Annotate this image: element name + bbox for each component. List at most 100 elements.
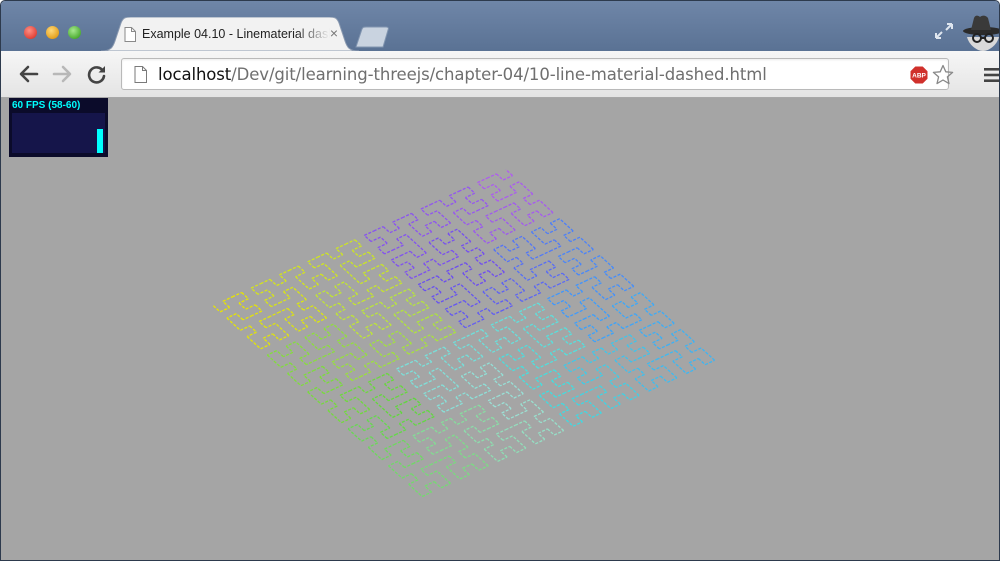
curve-segment — [405, 299, 414, 307]
curve-segment — [427, 409, 435, 417]
curve-segment — [382, 226, 391, 234]
curve-segment — [567, 247, 578, 253]
curve-segment — [447, 228, 458, 235]
curve-segment — [634, 373, 645, 380]
curve-segment — [287, 307, 295, 315]
curve-segment — [487, 395, 498, 402]
curve-segment — [412, 435, 420, 443]
curve-segment — [590, 259, 598, 267]
adblock-icon[interactable]: ABP — [910, 66, 928, 84]
curve-segment — [412, 300, 423, 307]
curve-segment — [465, 192, 476, 199]
curve-segment — [363, 234, 372, 242]
curve-segment — [493, 374, 504, 381]
hamburger-menu-icon[interactable] — [983, 67, 999, 83]
curve-segment — [490, 259, 499, 267]
curve-segment — [266, 289, 275, 297]
curve-segment — [331, 357, 342, 363]
curve-segment — [505, 229, 516, 236]
curve-segment — [506, 256, 517, 263]
curve-segment — [493, 379, 501, 387]
curve-segment — [267, 350, 277, 356]
curve-segment — [520, 273, 528, 281]
forward-arrow-icon[interactable] — [51, 64, 73, 84]
curve-segment — [344, 373, 353, 381]
curve-segment — [368, 312, 379, 318]
curve-segment — [571, 394, 582, 400]
curve-segment — [334, 285, 342, 293]
curve-segment — [428, 372, 437, 380]
curve-segment — [497, 196, 508, 202]
curve-segment — [471, 394, 482, 400]
curve-segment — [287, 368, 298, 374]
curve-segment — [565, 289, 574, 297]
curve-segment — [524, 420, 532, 428]
close-window-icon[interactable] — [24, 26, 37, 39]
curve-segment — [295, 276, 303, 284]
curve-segment — [405, 234, 414, 242]
curve-segment — [450, 283, 461, 289]
curve-segment — [462, 333, 473, 339]
curve-segment — [346, 270, 354, 279]
curve-segment — [607, 288, 616, 296]
curve-segment — [424, 415, 435, 422]
curve-segment — [339, 394, 348, 403]
curve-segment — [440, 222, 451, 229]
curve-segment — [615, 322, 624, 330]
curve-segment — [648, 386, 659, 392]
curve-segment — [415, 359, 423, 367]
curve-segment — [392, 412, 403, 418]
curve-segment — [477, 177, 488, 184]
curve-segment — [347, 298, 356, 306]
new-tab-button[interactable] — [353, 26, 393, 48]
curve-segment — [531, 292, 542, 298]
bookmark-star-icon[interactable] — [932, 64, 954, 86]
curve-segment — [463, 425, 474, 432]
dashed-line-hilbert-curve[interactable] — [9, 98, 1000, 561]
curve-segment — [536, 340, 544, 348]
address-bar[interactable]: localhost/Dev/git/learning-threejs/chapt… — [121, 58, 954, 90]
url-text[interactable]: localhost/Dev/git/learning-threejs/chapt… — [158, 65, 767, 85]
curve-segment — [610, 403, 621, 410]
curve-segment — [423, 258, 434, 265]
fullscreen-icon[interactable] — [933, 21, 955, 41]
reload-icon[interactable] — [86, 64, 108, 84]
tab-close-icon[interactable]: × — [327, 25, 341, 41]
curve-segment — [525, 248, 536, 254]
curve-segment — [452, 337, 463, 344]
curve-segment — [419, 306, 430, 313]
maximize-window-icon[interactable] — [68, 26, 81, 39]
curve-segment — [595, 368, 604, 376]
curve-segment — [238, 302, 247, 310]
curve-segment — [380, 301, 388, 309]
webgl-canvas[interactable]: 60 FPS (58-60) — [9, 98, 1000, 561]
minimize-window-icon[interactable] — [46, 26, 59, 39]
curve-segment — [618, 311, 627, 319]
curve-segment — [529, 199, 540, 206]
curve-segment — [521, 296, 532, 302]
curve-segment — [522, 328, 531, 336]
curve-segment — [351, 314, 360, 323]
curve-segment — [535, 438, 546, 445]
curve-segment — [578, 270, 589, 276]
fps-stats-panel[interactable]: 60 FPS (58-60) — [9, 98, 108, 157]
curve-segment — [595, 364, 606, 370]
curve-segment — [378, 274, 387, 282]
curve-segment — [468, 343, 477, 352]
curve-segment — [327, 409, 336, 417]
curve-segment — [361, 371, 372, 377]
curve-segment — [607, 349, 618, 355]
curve-segment — [651, 375, 661, 382]
curve-segment — [424, 350, 435, 357]
back-arrow-icon[interactable] — [18, 64, 40, 84]
curve-segment — [500, 445, 511, 452]
curve-segment — [477, 437, 488, 444]
curve-segment — [481, 198, 489, 206]
curve-segment — [512, 365, 523, 372]
browser-tab[interactable]: Example 04.10 - Linematerial dashed × — [101, 17, 359, 51]
curve-segment — [240, 325, 251, 331]
curve-segment — [583, 379, 594, 385]
curve-segment — [605, 364, 613, 372]
curve-segment — [626, 279, 635, 287]
curve-segment — [374, 322, 383, 330]
